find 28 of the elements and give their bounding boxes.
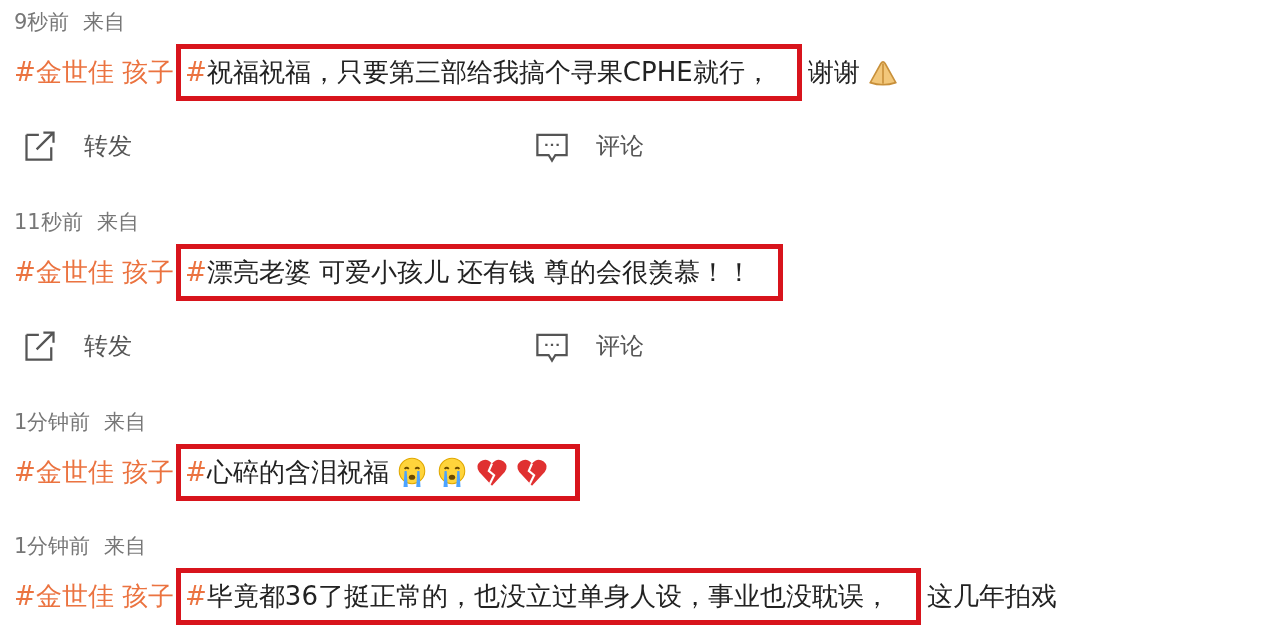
hashtag-mark[interactable]: #: [185, 57, 207, 87]
post-text: 漂亮老婆 可爱小孩儿 还有钱 尊的会很羡慕！！: [206, 255, 752, 289]
hashtag-link[interactable]: #金世佳 孩子: [14, 254, 175, 290]
post-text: 谢谢: [807, 55, 860, 89]
post-text: 心碎的含泪祝福: [206, 455, 389, 489]
source-label: 来自: [83, 10, 126, 34]
post-time: 1分钟前: [14, 534, 91, 558]
hashtag-mark[interactable]: #: [185, 581, 207, 611]
comment-button[interactable]: 评论: [596, 130, 644, 162]
post-time: 1分钟前: [14, 410, 91, 434]
post-time: 11秒前: [14, 210, 83, 234]
post-text: 祝福祝福，只要第三部给我搞个寻果CPHE就行，: [206, 55, 771, 89]
post-time: 9秒前: [14, 10, 70, 34]
share-icon: [22, 128, 58, 164]
comment-button[interactable]: 评论: [596, 330, 644, 362]
share-icon: [22, 328, 58, 364]
source-label: 来自: [104, 410, 147, 434]
source-label: 来自: [104, 534, 147, 558]
hashtag-link[interactable]: #金世佳 孩子: [14, 578, 175, 614]
hashtag-mark[interactable]: #: [185, 257, 207, 287]
post-text: 这几年拍戏: [926, 579, 1057, 613]
share-button[interactable]: 转发: [84, 130, 132, 162]
hashtag-mark[interactable]: #: [185, 457, 207, 487]
post-text: 毕竟都36了挺正常的，也没立过单身人设，事业也没耽误，: [206, 579, 890, 613]
share-button[interactable]: 转发: [84, 330, 132, 362]
hashtag-link[interactable]: #金世佳 孩子: [14, 54, 175, 90]
source-label: 来自: [96, 210, 139, 234]
hashtag-link[interactable]: #金世佳 孩子: [14, 454, 175, 490]
